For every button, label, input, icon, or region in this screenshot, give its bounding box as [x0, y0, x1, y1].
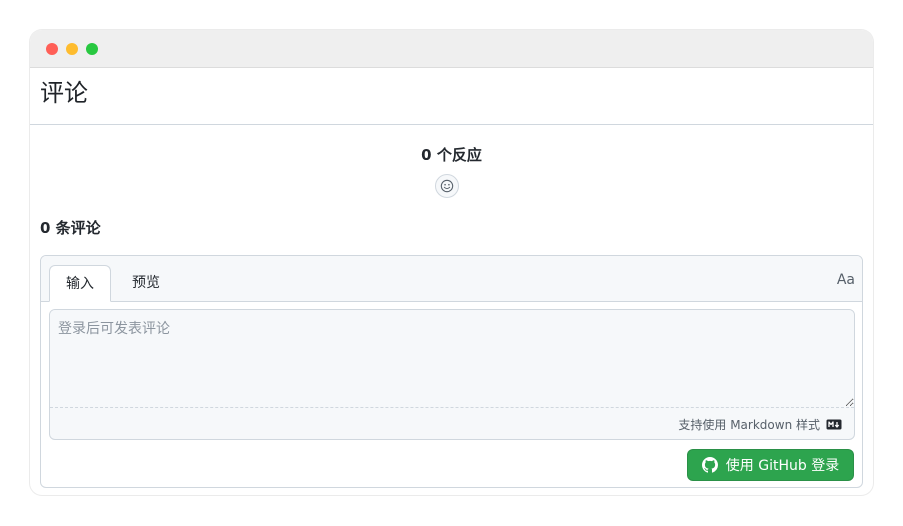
zoom-window-button[interactable]: [86, 43, 98, 55]
app-window: 评论 0 个反应 0 条评论 输入 预览 Aa 支持使用 Markdown 样式: [30, 30, 873, 495]
close-window-button[interactable]: [46, 43, 58, 55]
reactions-count: 0 个反应: [421, 146, 482, 164]
smiley-icon: [440, 179, 454, 193]
github-login-button[interactable]: 使用 GitHub 登录: [687, 449, 854, 481]
tab-preview[interactable]: 预览: [119, 265, 173, 301]
comments-count: 0 条评论: [40, 219, 101, 237]
minimize-window-button[interactable]: [66, 43, 78, 55]
page-title: 评论: [40, 79, 88, 107]
comment-editor: 输入 预览 Aa 支持使用 Markdown 样式: [40, 255, 863, 488]
comment-input-wrapper: 支持使用 Markdown 样式: [49, 309, 855, 440]
add-reaction-button[interactable]: [435, 174, 459, 198]
github-login-label: 使用 GitHub 登录: [725, 458, 840, 474]
comment-input[interactable]: [50, 310, 854, 408]
github-icon: [701, 457, 718, 473]
markdown-hint-label: 支持使用 Markdown 样式: [678, 418, 820, 432]
markdown-icon: [826, 419, 842, 430]
editor-tabbar: 输入 预览 Aa: [41, 256, 862, 302]
title-divider: [30, 124, 873, 125]
tab-write[interactable]: 输入: [49, 265, 111, 302]
window-titlebar: [30, 30, 873, 68]
font-toggle-button[interactable]: Aa: [837, 272, 855, 288]
markdown-hint[interactable]: 支持使用 Markdown 样式: [678, 416, 842, 433]
